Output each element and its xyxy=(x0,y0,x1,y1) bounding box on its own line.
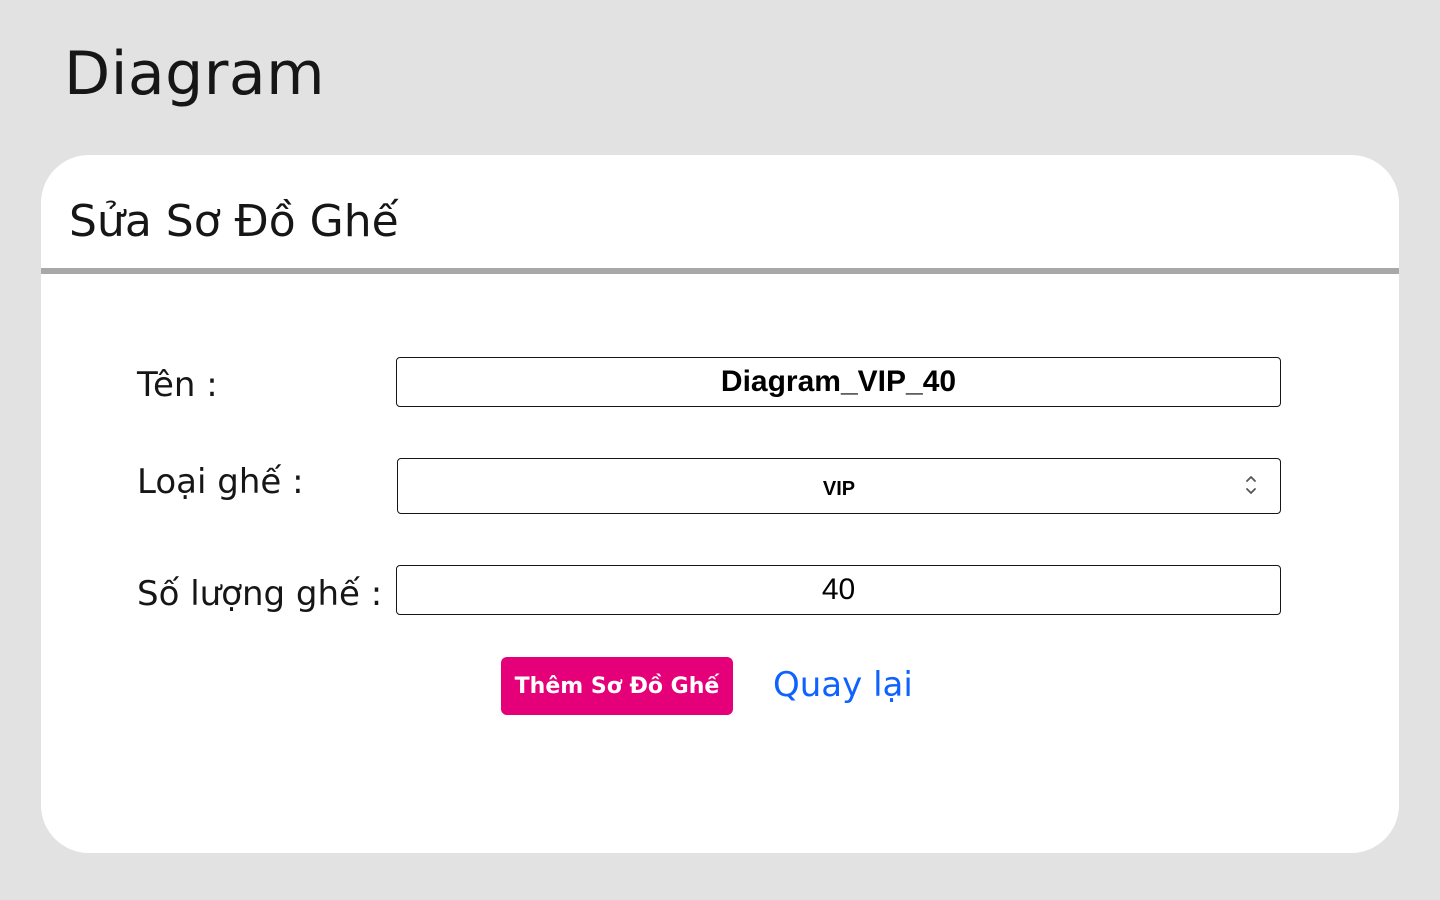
seat-count-input[interactable] xyxy=(396,565,1281,615)
seat-type-value: VIP xyxy=(822,477,856,500)
card-header: Sửa Sơ Đồ Ghế xyxy=(41,155,1399,274)
name-label: Tên : xyxy=(137,365,218,405)
seat-type-select[interactable]: VIP xyxy=(397,458,1281,514)
seat-type-label: Loại ghế : xyxy=(137,462,304,502)
add-diagram-button[interactable]: Thêm Sơ Đồ Ghế xyxy=(501,657,733,715)
edit-diagram-card: Sửa Sơ Đồ Ghế Tên : Loại ghế : VIP Số lư… xyxy=(41,155,1399,853)
page-title: Diagram xyxy=(64,39,326,109)
seat-count-label: Số lượng ghế : xyxy=(137,574,383,614)
name-input[interactable] xyxy=(396,357,1281,407)
back-link[interactable]: Quay lại xyxy=(773,663,913,707)
chevron-up-down-icon xyxy=(1246,476,1256,494)
card-title: Sửa Sơ Đồ Ghế xyxy=(69,196,399,247)
